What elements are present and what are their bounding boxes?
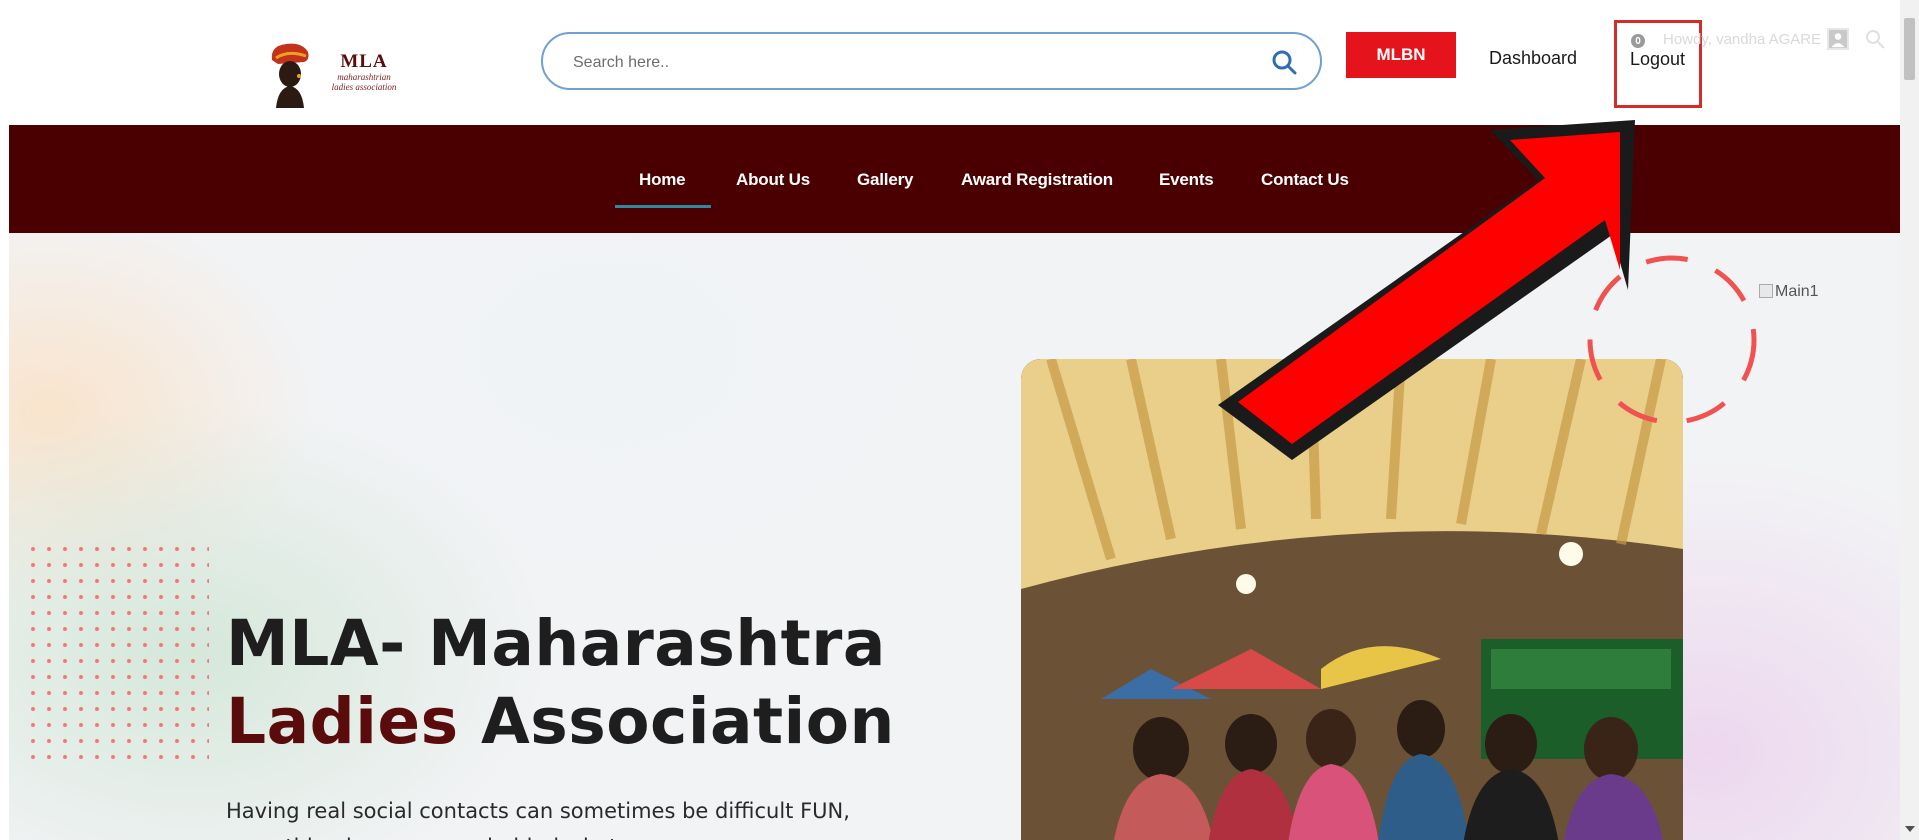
nav-item-about-us[interactable]: About Us xyxy=(736,170,810,190)
logo-sub-text-2: ladies association xyxy=(331,82,397,92)
dashboard-link[interactable]: Dashboard xyxy=(1489,48,1577,69)
nav-item-gallery[interactable]: Gallery xyxy=(857,170,913,190)
hero-title-line1: MLA- Maharashtra xyxy=(226,607,886,680)
logo-text: MLA maharashtrian ladies association xyxy=(320,51,408,93)
site-header: MLA maharashtrian ladies association MLB… xyxy=(0,0,1900,125)
logo-mla-text: MLA xyxy=(340,51,388,72)
nav-item-home[interactable]: Home xyxy=(639,170,686,190)
logo-figure-icon xyxy=(271,43,309,108)
broken-image-icon xyxy=(1759,284,1773,298)
search-icon[interactable] xyxy=(1270,48,1298,76)
nav-item-award-registration[interactable]: Award Registration xyxy=(961,170,1113,190)
vertical-scrollbar[interactable] xyxy=(1900,0,1919,840)
broken-image-alt-text: Main1 xyxy=(1775,283,1819,300)
user-avatar-icon[interactable] xyxy=(1827,28,1849,50)
hero-description: Having real social contacts can sometime… xyxy=(226,799,850,840)
hero-title: MLA- Maharashtra Ladies Association xyxy=(226,605,895,761)
arrow-annotation-icon xyxy=(1218,120,1635,460)
search-input[interactable] xyxy=(573,51,1253,75)
howdy-user-text[interactable]: Howdy, vandha AGARE xyxy=(1663,31,1821,48)
site-logo[interactable]: MLA maharashtrian ladies association xyxy=(262,30,410,114)
hero-title-line2: Association xyxy=(458,685,895,758)
scroll-down-arrow-icon[interactable] xyxy=(1905,826,1915,832)
logout-link[interactable]: Logout xyxy=(1630,49,1685,70)
scrollbar-thumb[interactable] xyxy=(1904,18,1915,80)
logo-sub-text-1: maharashtrian xyxy=(337,72,391,82)
broken-image-placeholder: Main1 xyxy=(1759,283,1819,301)
hero-title-accent: Ladies xyxy=(226,685,459,758)
mlbn-button[interactable]: MLBN xyxy=(1346,32,1456,78)
notification-badge[interactable]: 0 xyxy=(1631,34,1645,48)
admin-search-icon[interactable] xyxy=(1864,28,1886,50)
decorative-dots xyxy=(29,545,209,765)
search-bar xyxy=(541,32,1322,90)
nav-active-underline xyxy=(615,205,711,208)
